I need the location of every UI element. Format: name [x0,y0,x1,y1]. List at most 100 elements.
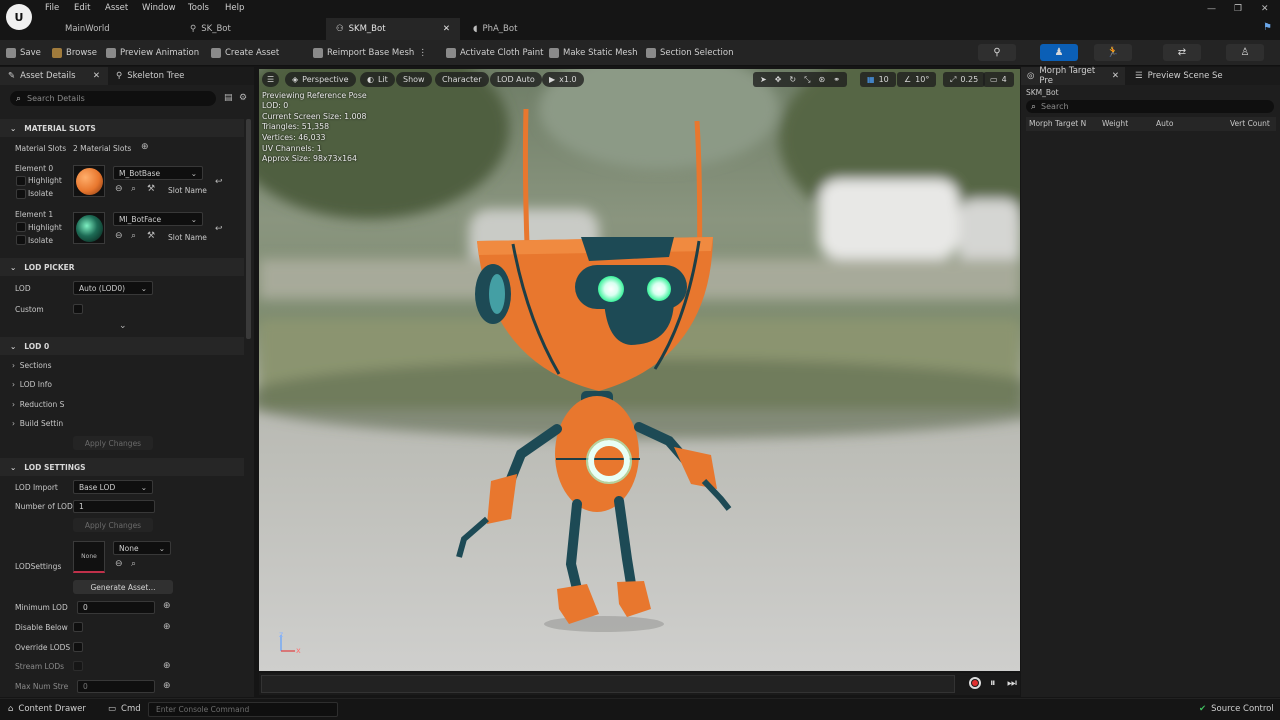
world-local-icon[interactable]: ⊛ [819,75,826,84]
max-num-streamed-input[interactable]: 0 [77,680,155,693]
use-selected-icon[interactable]: ⊖ [115,559,123,569]
viewport[interactable]: z x ☰ ◈ Perspective ◐ Lit Show Character L… [259,69,1020,671]
lit-button[interactable]: ◐ Lit [360,72,395,87]
more-options-icon[interactable]: ⋮ [418,48,427,58]
tab-preview-scene-settings[interactable]: ☰ Preview Scene Se [1125,71,1233,81]
menu-window[interactable]: Window [142,3,176,13]
section-selection-button[interactable]: Section Selection [646,40,733,66]
use-selected-icon[interactable]: ⊖ [115,184,123,194]
tab-asset-details[interactable]: ✎ Asset Details ✕ [0,67,108,85]
add-platform-override-icon[interactable]: ⊕ [163,601,171,611]
grid-snap-button[interactable]: ▦ 10 [860,72,896,87]
browse-search-icon[interactable]: ⌕ [131,184,136,194]
generate-asset-button[interactable]: Generate Asset... [73,580,173,594]
blueprint-mode-button[interactable]: ⇄ [1163,44,1201,61]
browse-button[interactable]: Browse [52,40,97,66]
perspective-button[interactable]: ◈ Perspective [285,72,356,87]
browse-search-icon[interactable]: ⌕ [131,231,136,241]
column-auto[interactable]: Auto [1156,119,1173,128]
viewport-menu-button[interactable]: ☰ [262,72,280,87]
tab-sk-bot[interactable]: ⚲ SK_Bot [180,18,320,40]
translate-tool-icon[interactable]: ✥ [775,75,782,84]
content-drawer-button[interactable]: ⌂ Content Drawer [8,704,86,714]
material-dropdown-0[interactable]: M_BotBase ⌄ [113,166,203,180]
details-scrollbar[interactable] [246,119,251,339]
browse-search-icon[interactable]: ⌕ [131,559,136,569]
expand-chevron-icon[interactable]: ⌄ [119,321,127,331]
tab-skm-bot[interactable]: ⚇ SKM_Bot ✕ [326,18,460,40]
tab-skeleton-tree[interactable]: ⚲ Skeleton Tree [108,71,192,81]
settings-gear-icon[interactable]: ⚙ [239,93,247,103]
minimize-icon[interactable]: — [1207,4,1216,14]
column-weight[interactable]: Weight [1102,119,1128,128]
sections-row[interactable]: › Sections [12,361,52,370]
details-search-box[interactable]: ⌕ Search Details [10,91,216,106]
material-dropdown-1[interactable]: MI_BotFace ⌄ [113,212,203,226]
close-window-icon[interactable]: ✕ [1261,4,1269,14]
unreal-logo-icon[interactable]: U [6,4,32,30]
highlight-checkbox-1[interactable] [16,222,26,232]
lod-auto-button[interactable]: LOD Auto [490,72,542,87]
minimum-lod-input[interactable]: 0 [77,601,155,614]
show-button[interactable]: Show [396,72,432,87]
step-forward-icon[interactable]: ⏭ [1007,676,1017,690]
disable-below-checkbox[interactable] [73,622,83,632]
playback-speed-button[interactable]: ▶ x1.0 [542,72,584,87]
column-vert-count[interactable]: Vert Count [1230,119,1270,128]
add-platform-override-icon[interactable]: ⊕ [163,661,171,671]
menu-help[interactable]: Help [225,3,244,13]
pause-icon[interactable]: ⏸ [990,676,996,690]
highlight-checkbox-0[interactable] [16,176,26,186]
console-command-input[interactable]: Enter Console Command [148,702,338,717]
save-button[interactable]: Save [6,40,41,66]
make-static-mesh-button[interactable]: Make Static Mesh [549,40,637,66]
isolate-checkbox-0[interactable] [16,189,26,199]
number-of-lods-input[interactable]: 1 [73,500,155,513]
apply-changes-button-2[interactable]: Apply Changes [73,518,153,532]
material-thumbnail-0[interactable] [73,165,105,197]
lodsettings-thumbnail[interactable]: None [73,541,105,573]
tab-pha-bot[interactable]: ◖ PhA_Bot [463,18,603,40]
rotate-tool-icon[interactable]: ↻ [789,75,796,84]
mesh-mode-button[interactable]: ♟ [1040,44,1078,61]
section-material-slots[interactable]: ⌄ MATERIAL SLOTS [0,119,244,137]
timeline-track[interactable] [261,675,955,693]
character-button[interactable]: Character [435,72,489,87]
tab-mainworld[interactable]: MainWorld [55,18,175,40]
animation-mode-button[interactable]: 🏃 [1094,44,1132,61]
notification-icon[interactable]: ⚑ [1263,22,1272,33]
reduction-settings-row[interactable]: › Reduction S [12,400,64,409]
lodsettings-dropdown[interactable]: None ⌄ [113,541,171,555]
menu-tools[interactable]: Tools [188,3,209,13]
build-settings-row[interactable]: › Build Settin [12,419,63,428]
reset-arrow-icon[interactable]: ↩ [215,224,223,234]
add-slot-icon[interactable]: ⊕ [141,142,149,152]
section-lod-picker[interactable]: ⌄ LOD PICKER [0,258,244,276]
source-control-button[interactable]: ✔ Source Control [1199,704,1274,714]
scale-tool-icon[interactable]: ⤡ [804,75,810,85]
maximize-icon[interactable]: ❐ [1234,4,1242,14]
reimport-base-mesh-button[interactable]: Reimport Base Mesh ⋮ [313,40,427,66]
column-morph-target-name[interactable]: Morph Target N [1029,119,1086,128]
isolate-checkbox-1[interactable] [16,235,26,245]
material-options-icon[interactable]: ⚒ [147,231,155,241]
skeleton-mode-button[interactable]: ⚲ [978,44,1016,61]
close-tab-icon[interactable]: ✕ [443,24,450,34]
lod-info-row[interactable]: › LOD Info [12,380,52,389]
add-platform-override-icon[interactable]: ⊕ [163,681,171,691]
material-thumbnail-1[interactable] [73,212,105,244]
section-lod-0[interactable]: ⌄ LOD 0 [0,337,244,355]
add-platform-override-icon[interactable]: ⊕ [163,622,171,632]
rotation-snap-button[interactable]: ∠ 10° [897,72,937,87]
tab-morph-target-preview[interactable]: ◎ Morph Target Pre ✕ [1021,66,1125,86]
menu-asset[interactable]: Asset [105,3,128,13]
record-button[interactable] [969,677,981,689]
section-lod-settings[interactable]: ⌄ LOD SETTINGS [0,458,244,476]
surface-snap-icon[interactable]: ⚭ [833,75,840,84]
cmd-button[interactable]: ▭ Cmd [108,704,141,714]
close-tab-icon[interactable]: ✕ [1112,71,1119,81]
physics-mode-button[interactable]: ♙ [1226,44,1264,61]
menu-edit[interactable]: Edit [74,3,90,13]
use-selected-icon[interactable]: ⊖ [115,231,123,241]
close-tab-icon[interactable]: ✕ [93,71,100,81]
